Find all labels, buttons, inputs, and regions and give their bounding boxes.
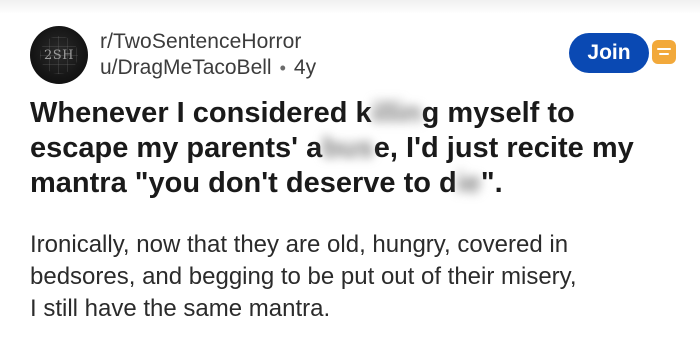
- post-body: Ironically, now that they are old, hungr…: [30, 229, 690, 325]
- title-line: escape my parents' abuse, I'd just recit…: [30, 131, 690, 166]
- title-text: e, I'd just recite my: [373, 132, 634, 164]
- blurred-word: bus: [322, 132, 374, 164]
- blurred-word: illin: [371, 97, 422, 129]
- title-text: mantra "you don't deserve to d: [30, 167, 457, 199]
- post-card: 2SH r/TwoSentenceHorror u/DragMeTacoBell…: [0, 0, 700, 345]
- subreddit-name[interactable]: r/TwoSentenceHorror: [100, 30, 301, 54]
- body-line: bedsores, and begging to be put out of t…: [30, 263, 577, 290]
- post-title[interactable]: Whenever I considered killing myself to …: [30, 96, 690, 201]
- body-line: Ironically, now that they are old, hungr…: [30, 231, 569, 258]
- avatar-text: 2SH: [43, 47, 74, 63]
- username[interactable]: u/DragMeTacoBell: [100, 56, 272, 80]
- join-button[interactable]: Join: [569, 33, 649, 73]
- post-meta: u/DragMeTacoBell • 4y: [100, 56, 316, 80]
- title-text: Whenever I considered k: [30, 97, 372, 129]
- post-age: 4y: [293, 56, 317, 79]
- blurred-word: ie: [456, 167, 481, 199]
- title-text: escape my parents' a: [30, 132, 323, 164]
- inbox-icon[interactable]: [652, 40, 676, 64]
- title-line: mantra "you don't deserve to die".: [30, 166, 690, 201]
- title-line: Whenever I considered killing myself to: [30, 96, 690, 131]
- body-line: I still have the same mantra.: [30, 295, 331, 322]
- meta-separator: •: [279, 57, 286, 78]
- title-text: g myself to: [421, 97, 575, 129]
- subreddit-avatar[interactable]: 2SH: [30, 26, 88, 84]
- title-text: ".: [480, 167, 503, 199]
